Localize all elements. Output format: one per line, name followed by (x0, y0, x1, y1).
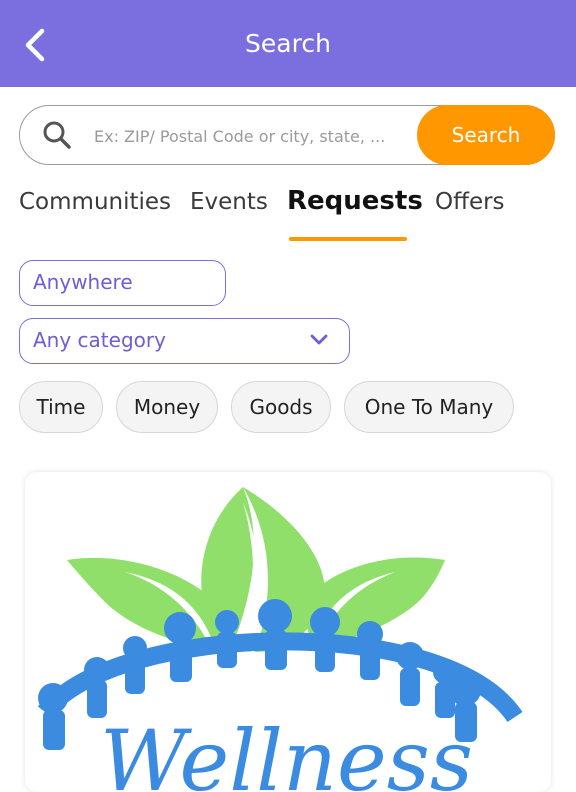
tab-communities[interactable]: Communities (19, 186, 171, 218)
category-select[interactable]: Any category (19, 318, 350, 364)
search-button[interactable]: Search (417, 105, 555, 165)
location-filter-label: Anywhere (33, 270, 133, 294)
category-select-label: Any category (33, 328, 166, 352)
location-filter[interactable]: Anywhere (19, 260, 226, 306)
chip-time[interactable]: Time (19, 381, 103, 433)
active-tab-indicator (289, 237, 407, 241)
search-input[interactable] (92, 118, 416, 154)
tab-offers[interactable]: Offers (435, 186, 505, 218)
top-bar: Search (0, 0, 576, 87)
page-title: Search (245, 29, 331, 58)
chip-money[interactable]: Money (116, 381, 218, 433)
logo-text: Wellness (100, 712, 473, 792)
search-icon (43, 121, 71, 149)
tab-bar: Communities Events Requests Offers (19, 186, 559, 246)
chip-one-to-many[interactable]: One To Many (344, 381, 514, 433)
tab-requests[interactable]: Requests (287, 185, 423, 217)
request-card[interactable]: Wellness (25, 472, 551, 792)
search-bar: Search (19, 105, 555, 165)
chevron-down-icon (310, 334, 328, 345)
wellness-logo: Wellness (37, 487, 523, 792)
tab-events[interactable]: Events (190, 186, 268, 218)
chip-goods[interactable]: Goods (231, 381, 331, 433)
